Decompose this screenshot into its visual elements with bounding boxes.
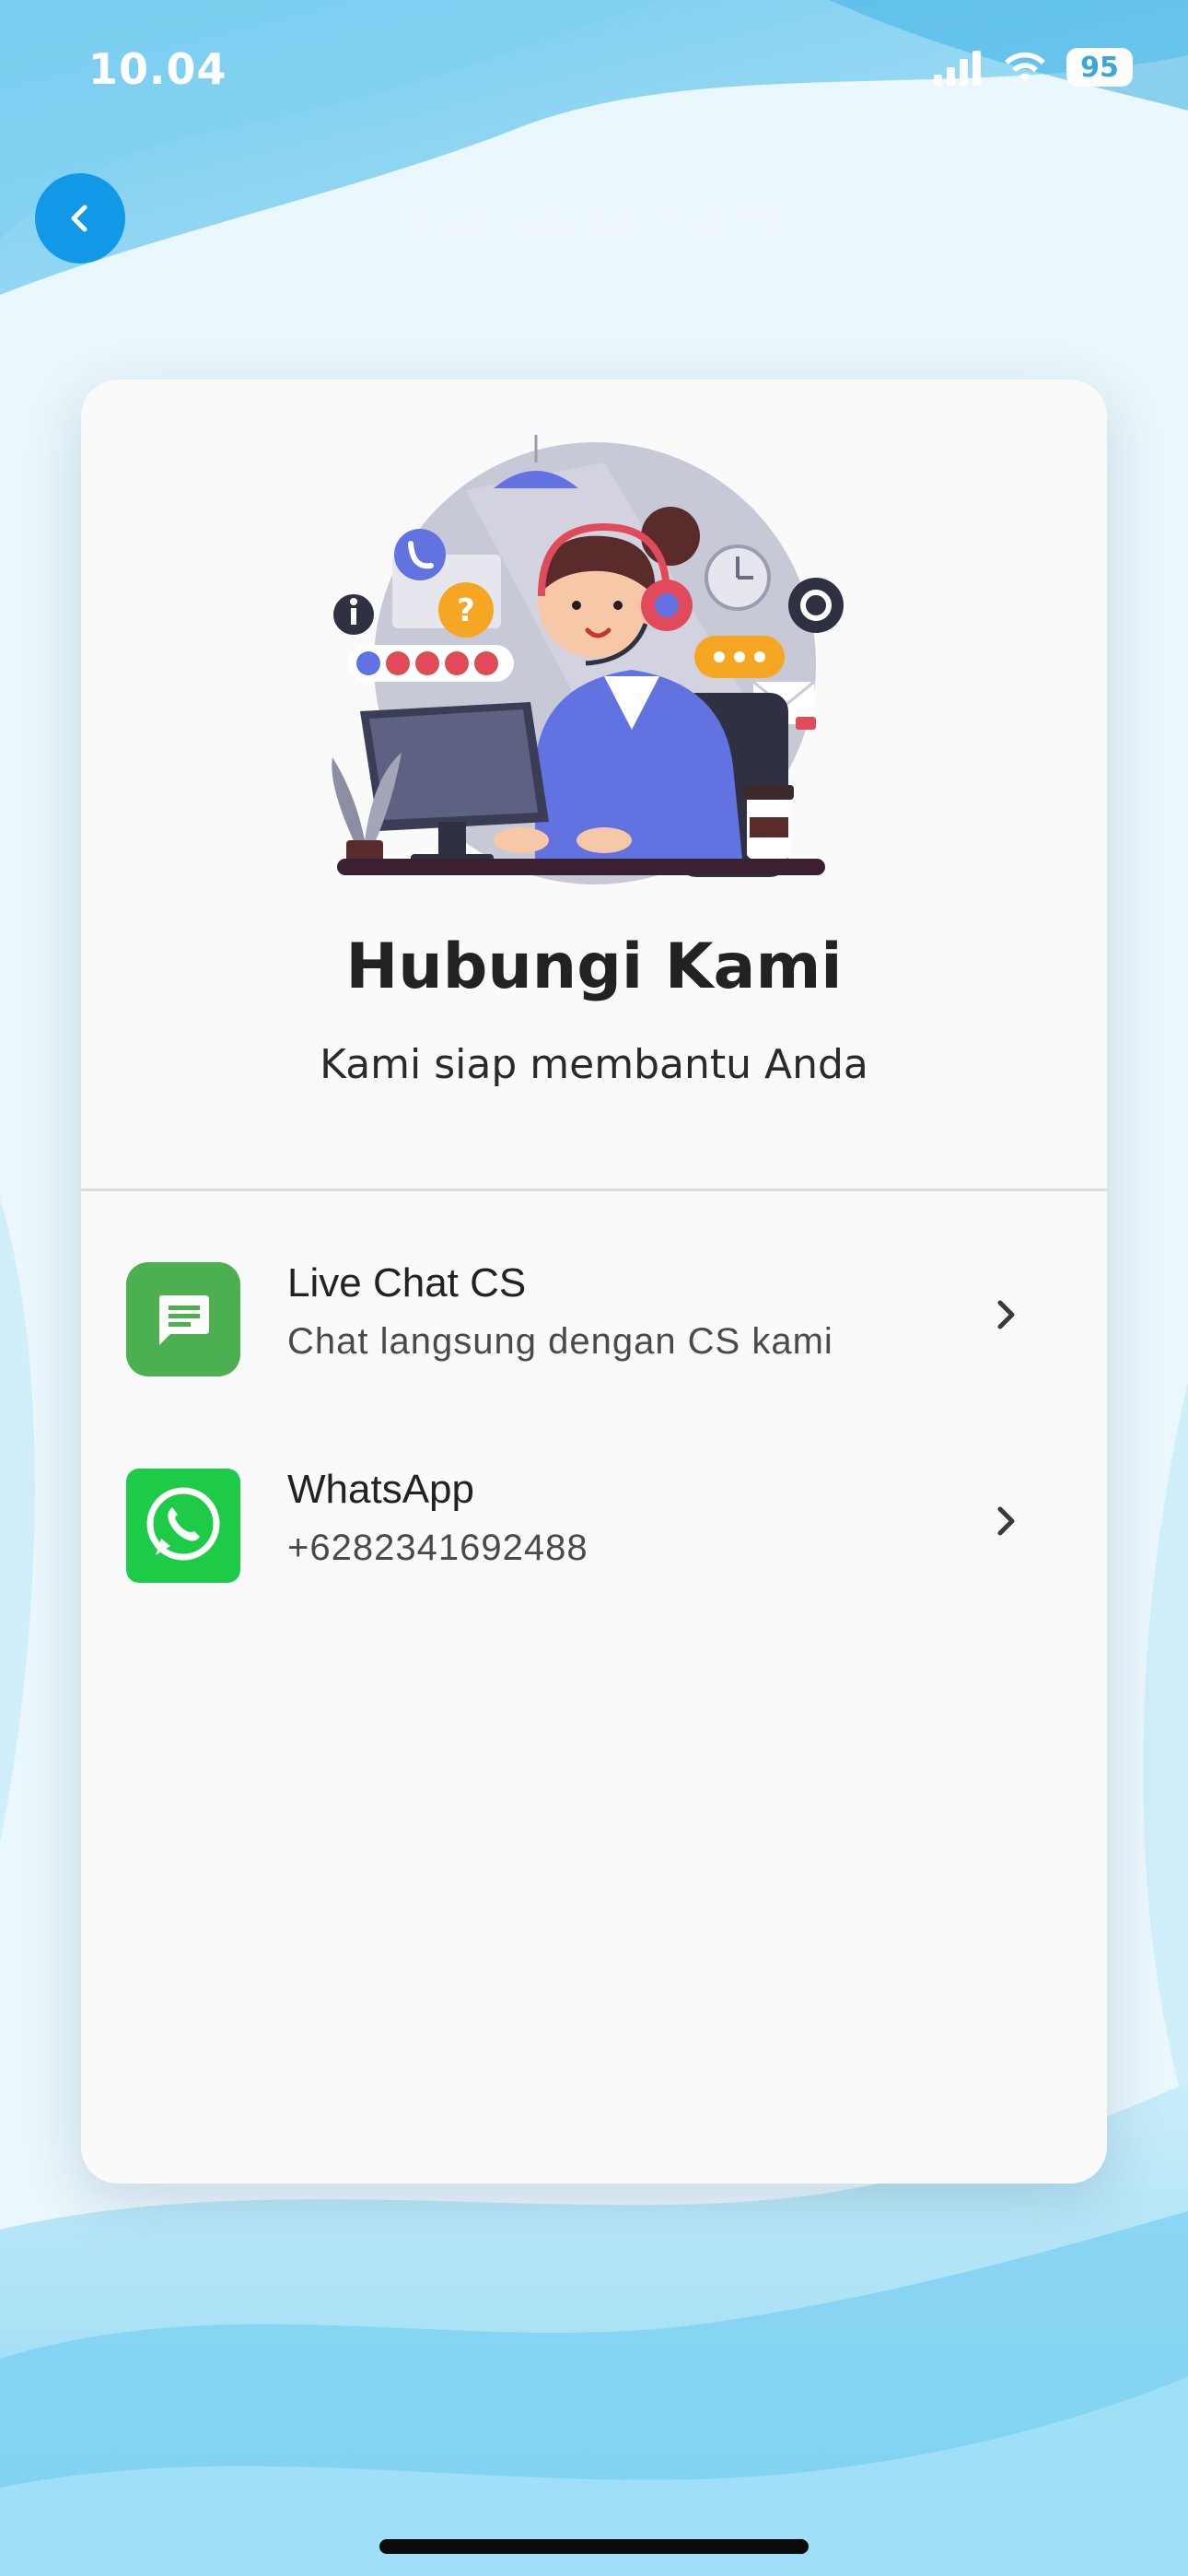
page-title: Hubungi Kami [389,189,799,249]
chevron-right-icon [997,1300,1015,1329]
contact-card: ? Hubungi Kami Kami siap membantu Anda L… [81,380,1107,2184]
card-subtitle: Kami siap membantu Anda [320,1041,868,1088]
live-chat-subtitle: Chat langsung dengan CS kami [287,1321,833,1362]
whatsapp-icon [126,1469,240,1583]
status-icons: 95 [934,48,1133,87]
battery-icon: 95 [1066,48,1133,87]
divider [81,1188,1107,1191]
live-chat-item[interactable]: Live Chat CS Chat langsung dengan CS kam… [81,1244,1107,1391]
wifi-icon [1005,52,1045,82]
card-title: Hubungi Kami [345,931,843,1003]
chat-message-icon [126,1262,240,1376]
svg-text:?: ? [457,592,475,629]
chevron-right-icon [997,1506,1015,1536]
home-indicator[interactable] [379,2539,809,2554]
cellular-signal-icon [934,51,981,86]
whatsapp-label: WhatsApp [287,1467,474,1512]
customer-service-illustration: ? [332,435,844,884]
whatsapp-phone-number: +6282341692488 [287,1528,588,1568]
whatsapp-item[interactable]: WhatsApp +6282341692488 [81,1450,1107,1598]
status-time: 10.04 [88,44,227,94]
live-chat-label: Live Chat CS [287,1260,527,1306]
